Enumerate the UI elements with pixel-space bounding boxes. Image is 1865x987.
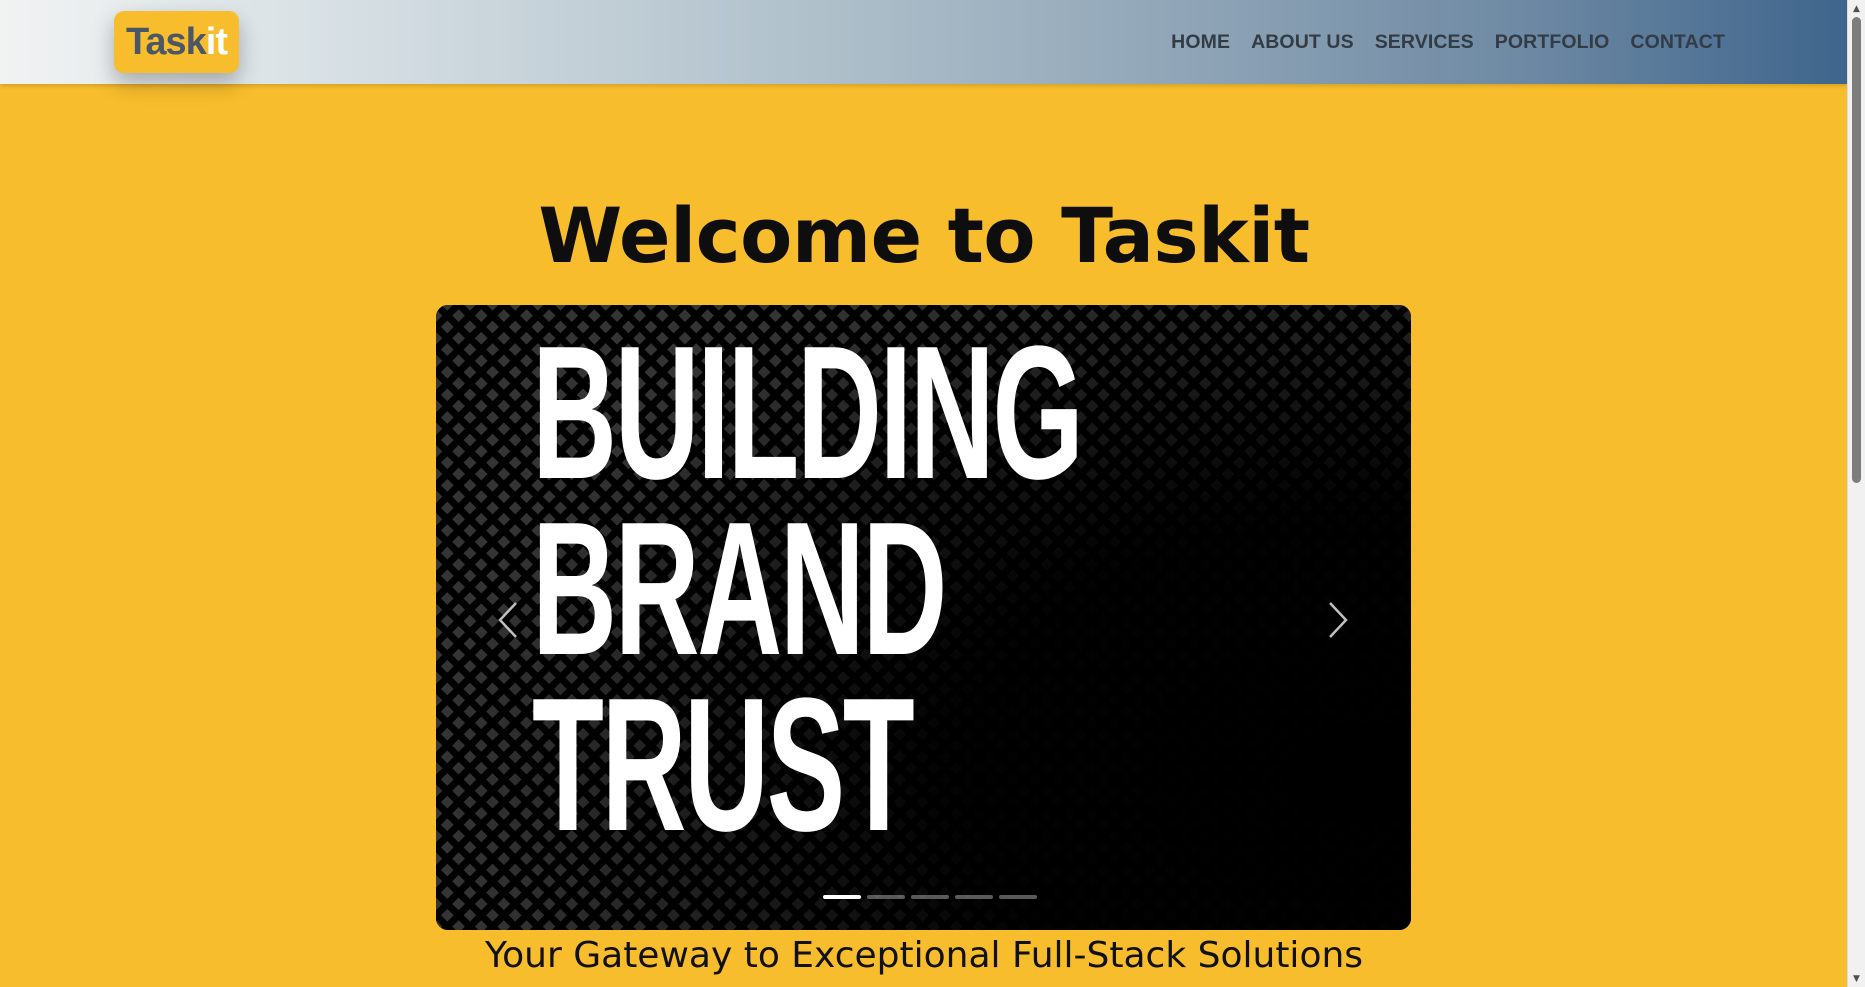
- carousel-indicator[interactable]: [866, 895, 905, 899]
- carousel-prev-button[interactable]: [488, 595, 528, 645]
- chevron-left-icon: [498, 602, 517, 638]
- hero-tagline: Your Gateway to Exceptional Full-Stack S…: [484, 935, 1364, 976]
- carousel-indicator[interactable]: [998, 895, 1037, 899]
- chevron-right-icon: [1329, 602, 1348, 638]
- logo-wordmark: Taskit: [125, 20, 228, 63]
- slide-line: TRUST: [532, 659, 915, 871]
- carousel-indicators: [436, 895, 1411, 903]
- nav-about-us[interactable]: ABOUT US: [1251, 31, 1354, 54]
- nav-contact[interactable]: CONTACT: [1630, 31, 1725, 54]
- scroll-down-icon[interactable]: ▼: [1848, 970, 1865, 987]
- slide-headline: BUILDING BRAND TRUST: [532, 307, 1084, 871]
- scroll-up-icon[interactable]: ▲: [1848, 0, 1865, 17]
- nav-home[interactable]: HOME: [1171, 31, 1230, 54]
- hero-carousel[interactable]: BUILDING BRAND TRUST: [436, 305, 1411, 930]
- carousel-indicator[interactable]: [822, 895, 861, 899]
- slide-line: BUILDING: [532, 307, 1084, 519]
- page: Taskit HOME ABOUT US SERVICES PORTFOLIO …: [0, 0, 1865, 987]
- taskit-logo[interactable]: Taskit: [114, 11, 239, 73]
- main-nav: HOME ABOUT US SERVICES PORTFOLIO CONTACT: [1171, 0, 1725, 84]
- hero-title: Welcome to Taskit: [538, 191, 1310, 280]
- carousel-indicator[interactable]: [910, 895, 949, 899]
- scrollbar-thumb[interactable]: [1852, 17, 1861, 483]
- carousel-next-button[interactable]: [1318, 595, 1358, 645]
- nav-portfolio[interactable]: PORTFOLIO: [1495, 31, 1610, 54]
- site-header: Taskit HOME ABOUT US SERVICES PORTFOLIO …: [0, 0, 1848, 84]
- page-scrollbar[interactable]: ▲ ▼: [1847, 0, 1865, 987]
- carousel-indicator[interactable]: [954, 895, 993, 899]
- slide-line: BRAND: [532, 483, 947, 695]
- nav-services[interactable]: SERVICES: [1375, 31, 1474, 54]
